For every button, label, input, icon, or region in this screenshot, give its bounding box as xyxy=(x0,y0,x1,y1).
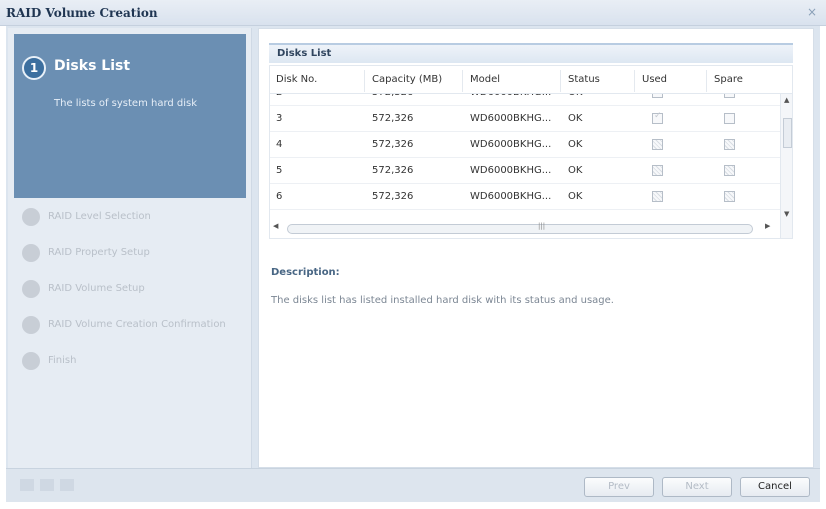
cell-status: OK xyxy=(568,113,583,124)
cell-model: WD6000BKHG... xyxy=(470,113,552,124)
step-label: RAID Property Setup xyxy=(48,247,150,258)
cell-model: WD6000BKHG... xyxy=(470,139,552,150)
cell-disk-no: 4 xyxy=(276,139,283,150)
scroll-left-arrow-icon[interactable]: ◀ xyxy=(273,222,278,230)
scroll-down-arrow-icon[interactable]: ▼ xyxy=(784,210,789,218)
cell-capacity: 572,326 xyxy=(372,191,414,202)
cell-status: OK xyxy=(568,191,583,202)
horizontal-scrollbar[interactable]: ◀ ||| ▶ xyxy=(269,221,779,237)
title-bar: RAID Volume Creation × xyxy=(0,0,826,26)
table-row[interactable]: 5 572,326 WD6000BKHG... OK xyxy=(270,158,780,184)
step-label: RAID Volume Setup xyxy=(48,283,145,294)
table-row[interactable]: 3 572,326 WD6000BKHG... OK xyxy=(270,106,780,132)
cancel-button[interactable]: Cancel xyxy=(740,477,810,497)
step-circle-icon xyxy=(22,244,40,262)
scroll-right-arrow-icon[interactable]: ▶ xyxy=(765,222,770,230)
next-button[interactable]: Next xyxy=(662,477,732,497)
column-header-disk-no[interactable]: Disk No. xyxy=(276,74,317,85)
scroll-thumb[interactable] xyxy=(783,118,792,148)
step-raid-volume-setup: RAID Volume Setup xyxy=(22,280,252,300)
disks-list-header: Disks List xyxy=(269,43,793,63)
cell-model: WD6000BKHG... xyxy=(470,191,552,202)
cell-capacity: 572,326 xyxy=(372,165,414,176)
scroll-up-arrow-icon[interactable]: ▲ xyxy=(784,96,789,104)
main-panel: Disks List Disk No. Capacity (MB) Model … xyxy=(258,28,814,468)
horizontal-scroll-thumb[interactable]: ||| xyxy=(287,222,753,234)
step-finish: Finish xyxy=(22,352,252,372)
column-divider xyxy=(462,70,463,92)
table-row[interactable]: 4 572,326 WD6000BKHG... OK xyxy=(270,132,780,158)
vertical-scrollbar[interactable]: ▲ ▼ xyxy=(780,94,792,238)
step-label: Finish xyxy=(48,355,77,366)
cell-disk-no: 5 xyxy=(276,165,283,176)
step-circle-icon xyxy=(22,316,40,334)
column-divider xyxy=(706,70,707,92)
wizard-steps-sidebar: 1 Disks List The lists of system hard di… xyxy=(8,28,252,468)
close-icon[interactable]: × xyxy=(806,6,818,18)
spare-checkbox[interactable] xyxy=(724,191,735,202)
step-label: RAID Level Selection xyxy=(48,211,151,222)
step-raid-volume-creation-confirmation: RAID Volume Creation Confirmation xyxy=(22,316,252,336)
used-checkbox[interactable] xyxy=(652,165,663,176)
prev-button[interactable]: Prev xyxy=(584,477,654,497)
cell-model: WD6000BKHG... xyxy=(470,165,552,176)
cell-disk-no: 6 xyxy=(276,191,283,202)
grip-icon: ||| xyxy=(538,222,546,230)
cell-disk-no: 3 xyxy=(276,113,283,124)
step-description: The lists of system hard disk xyxy=(54,98,198,109)
used-checkbox[interactable] xyxy=(652,139,663,150)
column-divider xyxy=(364,70,365,92)
spare-checkbox[interactable] xyxy=(724,139,735,150)
step-circle-icon xyxy=(22,208,40,226)
spare-checkbox[interactable] xyxy=(724,165,735,176)
column-divider xyxy=(634,70,635,92)
cell-capacity: 572,326 xyxy=(372,113,414,124)
step-number-badge: 1 xyxy=(22,56,46,80)
cell-capacity: 572,326 xyxy=(372,139,414,150)
window-title: RAID Volume Creation xyxy=(6,6,158,20)
grid-column-headers-overlay: Disk No. Capacity (MB) Model Status Used… xyxy=(270,66,792,94)
used-checkbox[interactable] xyxy=(652,111,663,124)
step-raid-property-setup: RAID Property Setup xyxy=(22,244,252,264)
step-circle-icon xyxy=(22,280,40,298)
table-row[interactable]: 6 572,326 WD6000BKHG... OK xyxy=(270,184,780,210)
step-raid-level-selection: RAID Level Selection xyxy=(22,208,252,228)
column-header-capacity[interactable]: Capacity (MB) xyxy=(372,74,442,85)
column-divider xyxy=(560,70,561,92)
column-header-status[interactable]: Status xyxy=(568,74,600,85)
footer-decoration xyxy=(20,479,80,494)
cell-status: OK xyxy=(568,165,583,176)
step-disks-list[interactable]: 1 Disks List The lists of system hard di… xyxy=(14,34,246,198)
description-title: Description: xyxy=(271,267,340,278)
used-checkbox[interactable] xyxy=(652,191,663,202)
description-text: The disks list has listed installed hard… xyxy=(271,295,614,306)
step-circle-icon xyxy=(22,352,40,370)
column-header-model[interactable]: Model xyxy=(470,74,500,85)
grid-title: Disks List xyxy=(277,48,332,59)
disks-grid: Disk No. Capacity (MB) Model Status Used… xyxy=(269,65,793,239)
column-header-used[interactable]: Used xyxy=(642,74,667,85)
dialog-footer: Prev Next Cancel xyxy=(6,468,820,502)
column-header-spare[interactable]: Spare xyxy=(714,74,743,85)
step-label: RAID Volume Creation Confirmation xyxy=(48,319,226,330)
spare-checkbox[interactable] xyxy=(724,113,735,124)
step-title: Disks List xyxy=(54,58,131,74)
cell-status: OK xyxy=(568,139,583,150)
